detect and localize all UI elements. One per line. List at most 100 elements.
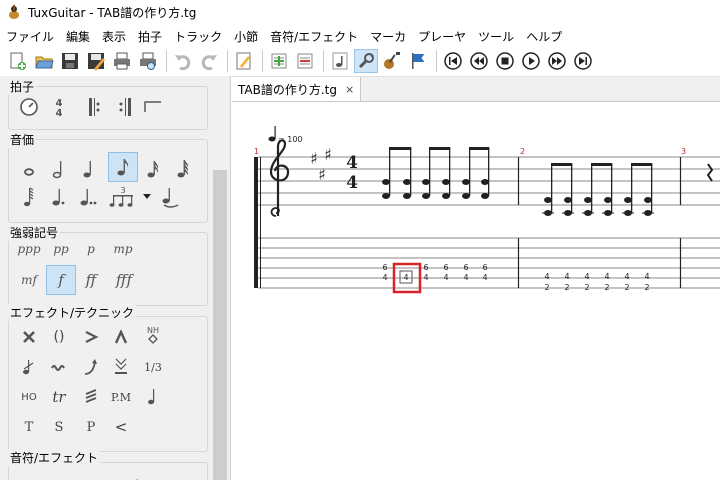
last-icon[interactable]	[571, 49, 595, 73]
open-file-icon[interactable]	[32, 49, 56, 73]
palm-mute-button[interactable]: P.M	[108, 384, 134, 410]
tab-fret[interactable]: 6	[382, 263, 387, 272]
tab-fret[interactable]: 4	[382, 273, 387, 282]
whole-note-icon[interactable]	[16, 156, 42, 182]
tab-fret[interactable]: 6	[463, 263, 468, 272]
note-chord[interactable]	[582, 164, 594, 216]
slide-icon[interactable]	[108, 354, 134, 380]
tab-fret[interactable]: 2	[544, 283, 549, 292]
trill-button[interactable]: tr	[46, 384, 72, 410]
first-icon[interactable]	[441, 49, 465, 73]
tapping-button[interactable]: T	[16, 414, 42, 440]
dynamic-ppp[interactable]: ppp	[16, 236, 42, 262]
ghost-note-button[interactable]: ()	[46, 324, 72, 350]
close-icon[interactable]: ⨯	[345, 83, 354, 96]
tab-fret[interactable]: 4	[604, 272, 609, 281]
score-view[interactable]: = 100 1 2 3 ♯ ♯ ♯ 4 4 6 4 4 6 4 6 4 6 4 …	[232, 102, 720, 480]
dynamic-mf[interactable]: mf	[16, 267, 42, 293]
alternative-ending-icon[interactable]	[140, 94, 166, 120]
remove-track-icon[interactable]	[293, 49, 317, 73]
stop-icon[interactable]	[493, 49, 517, 73]
dotted-note-icon[interactable]	[46, 184, 72, 210]
print-icon[interactable]	[110, 49, 134, 73]
tab-fret[interactable]: 4	[584, 272, 589, 281]
accent-icon[interactable]	[78, 324, 104, 350]
dynamic-pp[interactable]: pp	[48, 236, 74, 262]
dynamic-p[interactable]: p	[78, 236, 104, 262]
note-chord[interactable]	[542, 164, 554, 216]
save-as-icon[interactable]	[84, 49, 108, 73]
settings-wrench-icon[interactable]	[354, 49, 378, 73]
tab-fret[interactable]: 4	[463, 273, 468, 282]
tied-note-icon[interactable]	[158, 184, 184, 210]
dead-note-icon[interactable]	[16, 324, 42, 350]
tab-fret[interactable]: 2	[624, 283, 629, 292]
repeat-open-icon[interactable]	[82, 94, 108, 120]
save-icon[interactable]	[58, 49, 82, 73]
tab-fret[interactable]: 2	[644, 283, 649, 292]
natural-harmonic-icon[interactable]: NH	[140, 322, 166, 348]
measure-2-notes[interactable]	[542, 163, 654, 216]
note-chord[interactable]	[642, 164, 654, 216]
tab-fret[interactable]: 2	[584, 283, 589, 292]
menu-composition[interactable]: 拍子	[132, 28, 168, 45]
dynamic-ff[interactable]: ff	[78, 267, 104, 293]
menu-measure[interactable]: 小節	[228, 28, 264, 45]
dynamic-f[interactable]: f	[46, 265, 76, 295]
note-chord[interactable]	[442, 148, 451, 199]
tab-fret[interactable]: 6	[482, 263, 487, 272]
eighth-note-icon[interactable]	[108, 152, 138, 182]
guitar-icon[interactable]	[380, 49, 404, 73]
note-icon[interactable]	[328, 49, 352, 73]
stroke-down-icon[interactable]	[96, 468, 122, 480]
tab-fret[interactable]: 4	[544, 272, 549, 281]
sixty-fourth-note-icon[interactable]	[16, 184, 42, 210]
measure-1-tab[interactable]: 6 4 4 6 4 6 4 6 4 6 4	[382, 263, 487, 282]
slapping-button[interactable]: S	[46, 414, 72, 440]
measure-1-notes[interactable]	[382, 147, 490, 199]
popping-button[interactable]: P	[78, 414, 104, 440]
time-signature-icon[interactable]: 44	[46, 94, 72, 120]
text-icon[interactable]	[64, 468, 90, 480]
menu-view[interactable]: 表示	[96, 28, 132, 45]
thirty-second-note-icon[interactable]	[170, 156, 196, 182]
tab-fret[interactable]: 4	[423, 273, 428, 282]
next-icon[interactable]	[545, 49, 569, 73]
bend-icon[interactable]	[78, 354, 104, 380]
note-chord[interactable]	[481, 148, 490, 199]
hammer-on-button[interactable]: HO	[16, 384, 42, 410]
stroke-up-icon[interactable]	[124, 468, 150, 480]
quarter-note-icon[interactable]	[76, 156, 102, 182]
menu-edit[interactable]: 編集	[60, 28, 96, 45]
sixteenth-note-icon[interactable]	[140, 156, 166, 182]
staccato-icon[interactable]	[140, 384, 166, 410]
note-chord[interactable]	[403, 148, 412, 199]
panel-scrollbar-thumb[interactable]	[213, 170, 227, 480]
tab-fret[interactable]: 4	[624, 272, 629, 281]
dynamic-fff[interactable]: fff	[108, 267, 140, 293]
edit-icon[interactable]	[232, 49, 256, 73]
tab-fret-selected[interactable]: 4	[403, 273, 408, 282]
note-chord[interactable]	[562, 164, 574, 216]
fade-in-button[interactable]: <	[108, 414, 134, 440]
tab-fret[interactable]: 2	[564, 283, 569, 292]
document-tab[interactable]: TAB譜の作り方.tg ⨯	[232, 77, 362, 101]
note-chord[interactable]	[602, 164, 614, 216]
dynamic-mp[interactable]: mp	[110, 236, 136, 262]
note-chord[interactable]	[382, 148, 391, 199]
tab-fret[interactable]: 4	[564, 272, 569, 281]
score-canvas[interactable]: = 100 1 2 3 ♯ ♯ ♯ 4 4 6 4 4 6 4 6 4 6 4 …	[232, 102, 720, 480]
measure-2-tab[interactable]: 4 2 4 2 4 2 4 2 4 2 4 2	[544, 272, 649, 292]
menu-tools[interactable]: ツール	[472, 28, 520, 45]
menu-file[interactable]: ファイル	[0, 28, 60, 45]
menu-marker[interactable]: マーカ	[364, 28, 412, 45]
undo-icon[interactable]	[171, 49, 195, 73]
metronome-icon[interactable]	[16, 94, 42, 120]
tuplet-fraction-button[interactable]: 1/3	[140, 354, 166, 380]
play-icon[interactable]	[519, 49, 543, 73]
tuplet-icon[interactable]: 3	[108, 184, 140, 210]
tab-fret[interactable]: 4	[644, 272, 649, 281]
tab-fret[interactable]: 4	[482, 273, 487, 282]
new-file-icon[interactable]	[6, 49, 30, 73]
tab-fret[interactable]: 2	[604, 283, 609, 292]
